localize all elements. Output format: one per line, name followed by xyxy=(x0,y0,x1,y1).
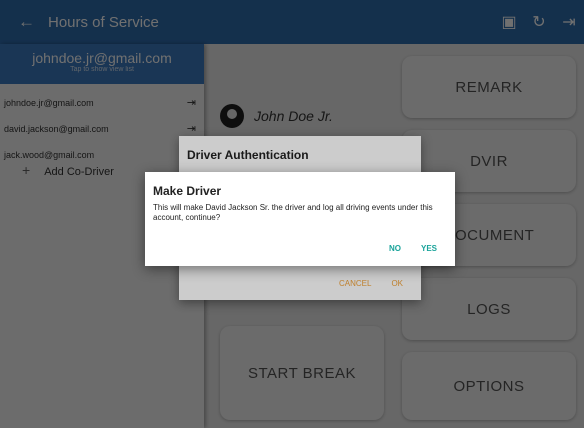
dialog-message: This will make David Jackson Sr. the dri… xyxy=(153,203,433,222)
no-button[interactable]: NO xyxy=(389,244,401,253)
yes-button[interactable]: YES xyxy=(421,244,437,253)
make-driver-dialog: Make Driver This will make David Jackson… xyxy=(145,172,455,266)
dialog-actions: NO YES xyxy=(389,244,437,253)
dialog-title: Make Driver xyxy=(153,184,222,198)
